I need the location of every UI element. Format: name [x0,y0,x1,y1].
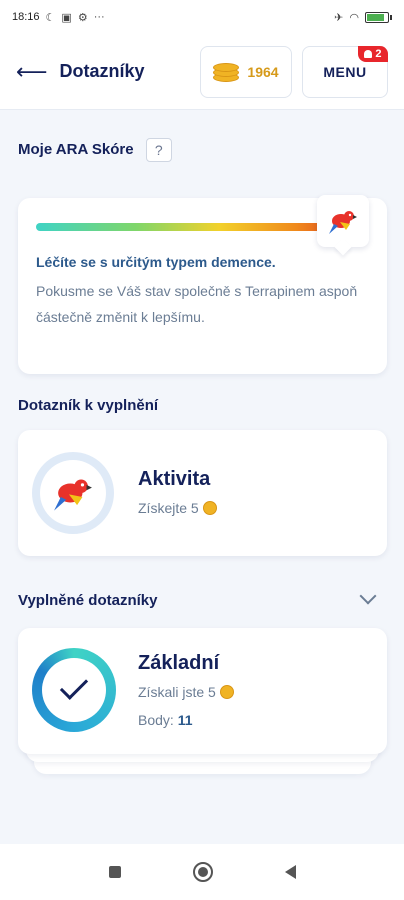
filled-reward-text: Získali jste 5 [138,684,216,700]
questionnaire-title: Aktivita [138,468,211,490]
status-time: 18:16 [12,11,40,23]
filled-points: Body: 11 [138,712,193,728]
wifi-icon: ◠ [349,11,359,24]
questionnaire-reward: Získejte 5 [138,500,217,516]
notification-count: 2 [375,47,382,60]
page-title: Dotazníky [59,61,145,81]
status-bar: 18:16 ☾ ▣ ⚙ ··· ✈ ◠ [0,0,404,34]
back-button[interactable] [284,865,296,879]
back-arrow-icon[interactable]: ⟵ [16,59,48,85]
bell-icon [364,49,373,58]
app-icon: ▣ [61,11,72,24]
system-nav-bar [0,844,404,900]
battery-icon [365,11,392,23]
notification-badge: 2 [358,45,388,62]
points-label: Body: [138,712,174,728]
recents-button[interactable] [108,866,121,878]
more-notifications: ··· [93,11,105,23]
menu-label: MENU [323,63,367,80]
score-section-title: Moje ARA Skóre [18,140,134,158]
questionnaire-card-aktivita[interactable]: Aktivita Získejte 5 [18,430,387,556]
parrot-icon [54,479,92,511]
reward-text: Získejte 5 [138,500,199,516]
check-icon [59,671,89,700]
points-value: 11 [177,712,193,728]
coin-icon [202,501,217,515]
questionnaire-ring [32,452,114,534]
completion-ring [32,648,116,732]
airplane-icon: ✈ [334,11,344,24]
app-header: ⟵ Dotazníky 1964 MENU 2 [0,34,404,110]
filled-reward: Získali jste 5 [138,684,234,700]
coin-icon [219,685,234,699]
score-headline: Léčíte se s určitým typem demence. [36,254,276,270]
score-section: Moje ARA Skóre ? [18,138,172,162]
parrot-icon [329,211,357,234]
menu-button[interactable]: MENU 2 [302,45,388,98]
moon-icon: ☾ [45,11,56,24]
to-fill-section-title: Dotazník k vyplnění [18,397,159,414]
score-description: Pokusme se Váš stav společně s Terrapine… [36,283,358,325]
score-marker [317,195,369,247]
coins-value: 1964 [247,63,279,80]
home-button[interactable] [192,862,213,882]
score-card: Léčíte se s určitým typem demence. Pokus… [18,195,387,374]
filled-card-zakladni[interactable]: Základní Získali jste 5 Body: 11 [18,628,387,754]
coins-icon [213,61,240,83]
coins-counter[interactable]: 1964 [200,45,292,98]
filled-title: Základní [138,652,220,674]
settings-icon: ⚙ [77,11,88,24]
help-button[interactable]: ? [145,138,172,162]
chevron-down-icon[interactable] [359,587,377,605]
filled-section-title: Vyplněné dotazníky [18,592,158,609]
score-gradient-bar [36,195,369,247]
